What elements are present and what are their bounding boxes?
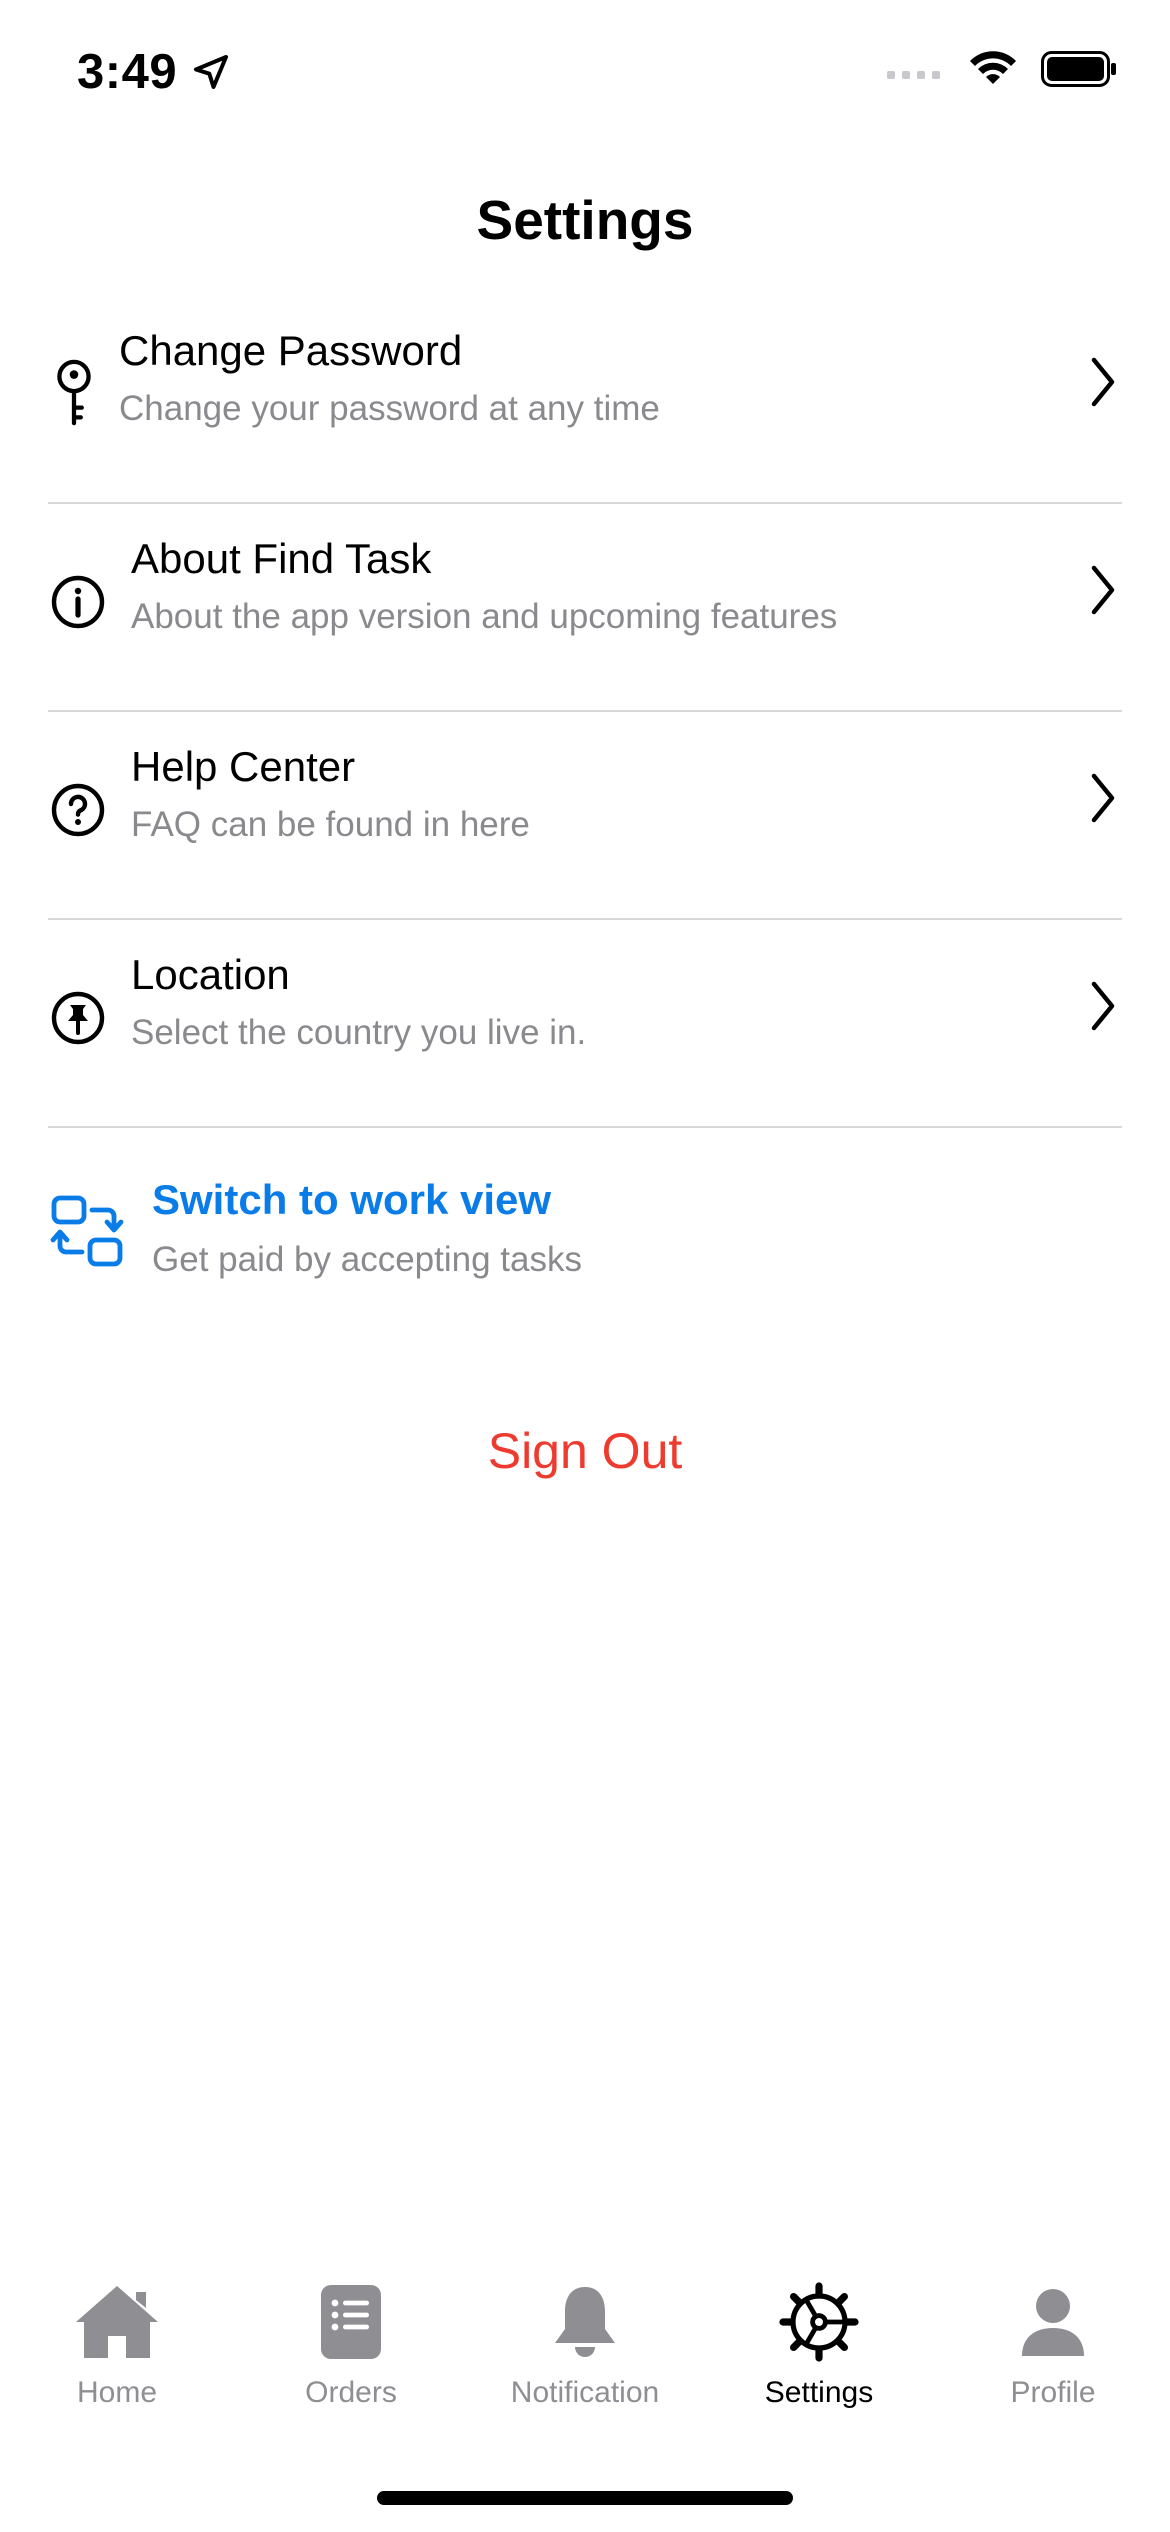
chevron-right-icon <box>1091 773 1115 823</box>
switch-view-subtitle: Get paid by accepting tasks <box>152 1240 582 1279</box>
location-arrow-icon <box>194 55 229 89</box>
settings-item-title: Help Center <box>131 743 356 790</box>
settings-item-text: Help Center FAQ can be found in here <box>131 739 530 851</box>
switch-view-title: Switch to work view <box>152 1176 552 1223</box>
page-title: Settings <box>476 189 694 251</box>
chevron-right-icon <box>1091 981 1115 1031</box>
status-bar: 3:49 <box>0 0 1170 150</box>
tab-label: Notification <box>510 2376 660 2409</box>
tab-label: Orders <box>305 2376 397 2409</box>
tab-home[interactable]: Home <box>0 2280 234 2430</box>
tab-profile[interactable]: Profile <box>936 2280 1170 2430</box>
settings-item-about[interactable]: About Find Task About the app version an… <box>48 504 1122 712</box>
tab-label: Settings <box>764 2376 874 2409</box>
profile-icon <box>1008 2280 1098 2364</box>
settings-item-location[interactable]: Location Select the country you live in. <box>48 920 1122 1128</box>
settings-item-text: Change Password Change your password at … <box>119 323 660 435</box>
wifi-icon <box>970 51 1016 84</box>
chevron-right-icon <box>1091 357 1115 407</box>
status-time-text: 3:49 <box>77 45 178 99</box>
tab-bar: Home Orders Notification Settings Profil… <box>0 2280 1170 2430</box>
chevron-right-icon <box>1091 565 1115 615</box>
settings-item-change-password[interactable]: Change Password Change your password at … <box>48 296 1122 504</box>
tab-label: Profile <box>1010 2376 1096 2409</box>
settings-item-title: About Find Task <box>131 535 432 582</box>
home-indicator[interactable] <box>377 2491 793 2505</box>
switch-view-text: Switch to work view Get paid by acceptin… <box>152 1172 582 1286</box>
settings-wheel-icon <box>774 2280 864 2364</box>
settings-item-text: Location Select the country you live in. <box>131 947 586 1059</box>
question-icon <box>48 760 108 860</box>
settings-item-subtitle: Change your password at any time <box>119 389 660 428</box>
key-icon <box>52 344 96 444</box>
info-icon <box>48 552 108 652</box>
tab-settings[interactable]: Settings <box>702 2280 936 2430</box>
switch-to-work-view-button[interactable]: Switch to work view Get paid by acceptin… <box>48 1172 1122 1302</box>
signal-icon <box>887 71 940 79</box>
battery-icon <box>1041 51 1116 87</box>
settings-item-title: Change Password <box>119 327 463 374</box>
settings-item-help-center[interactable]: Help Center FAQ can be found in here <box>48 712 1122 920</box>
settings-item-subtitle: FAQ can be found in here <box>131 805 530 844</box>
tab-notification[interactable]: Notification <box>468 2280 702 2430</box>
orders-icon <box>306 2280 396 2364</box>
pin-icon <box>48 968 108 1068</box>
settings-screen: 3:49 Settings Change Password Change you… <box>0 0 1170 2532</box>
bell-icon <box>540 2280 630 2364</box>
settings-list: Change Password Change your password at … <box>48 296 1122 1128</box>
tab-orders[interactable]: Orders <box>234 2280 468 2430</box>
settings-item-text: About Find Task About the app version an… <box>131 531 837 643</box>
status-time: 3:49 <box>77 44 231 100</box>
home-icon <box>72 2280 162 2364</box>
sign-out-button[interactable]: Sign Out <box>0 1422 1170 1480</box>
settings-item-subtitle: Select the country you live in. <box>131 1013 587 1052</box>
switch-view-icon <box>50 1195 124 1267</box>
status-indicators <box>887 50 1117 88</box>
settings-item-subtitle: About the app version and upcoming featu… <box>131 597 838 636</box>
tab-label: Home <box>76 2376 158 2409</box>
settings-item-title: Location <box>131 951 290 998</box>
